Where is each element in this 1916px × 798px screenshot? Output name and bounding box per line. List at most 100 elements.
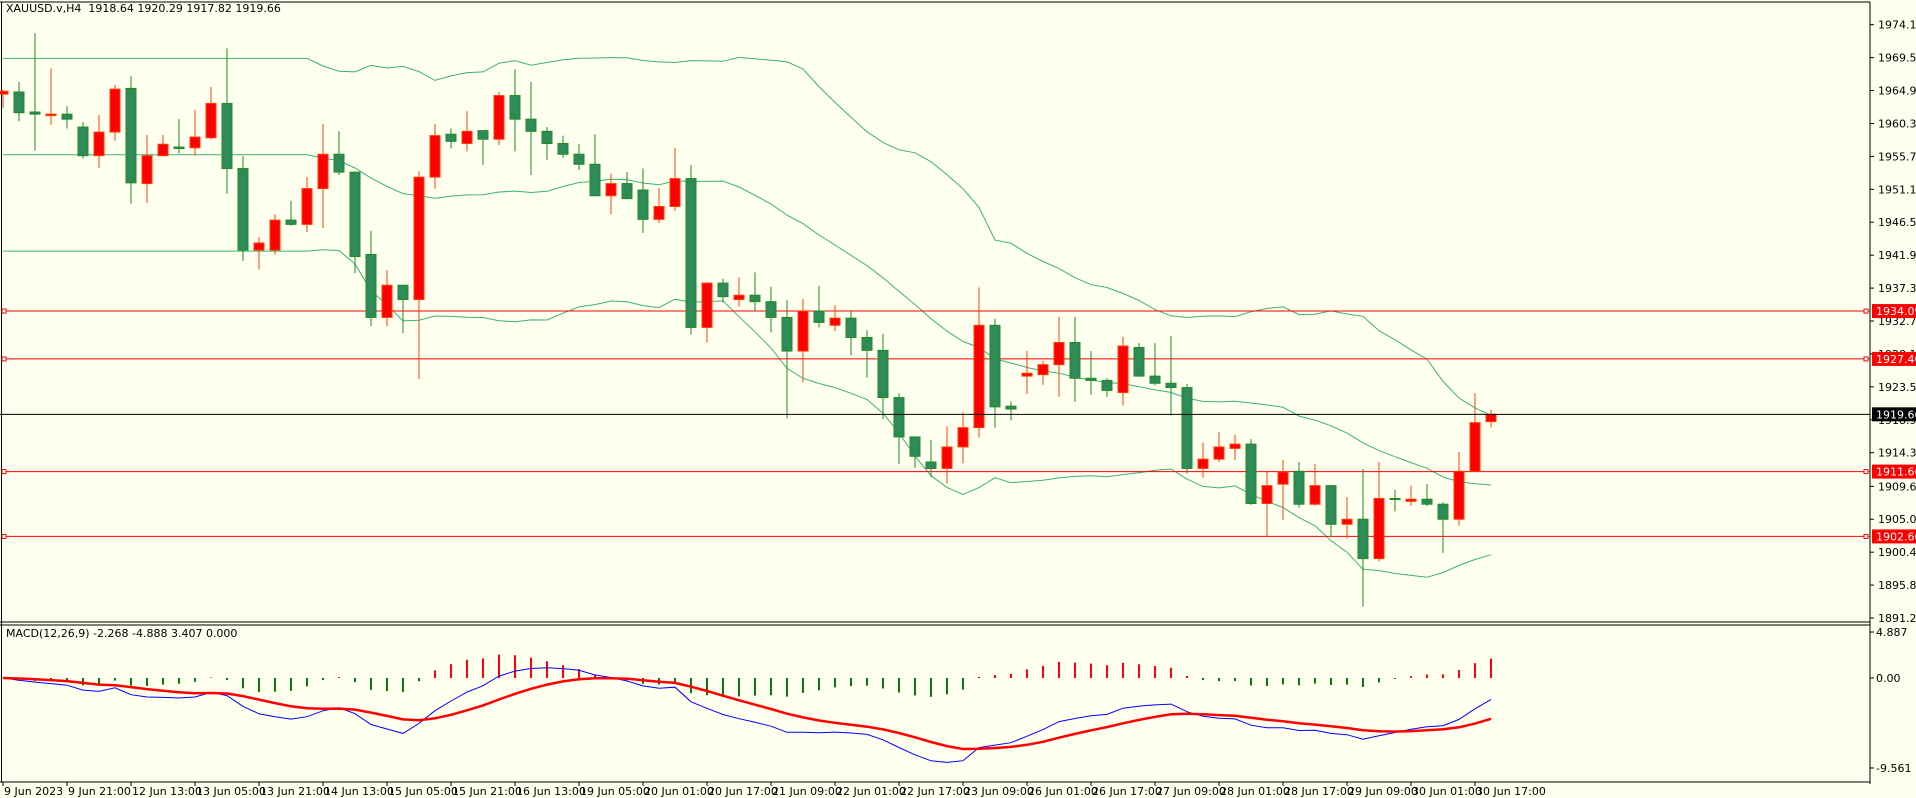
candle-body xyxy=(1373,497,1385,560)
candle-body xyxy=(1197,458,1209,469)
time-tick-label: 15 Jun 21:00 xyxy=(452,785,522,798)
candle xyxy=(1293,461,1305,508)
candle xyxy=(301,177,313,233)
candle-body xyxy=(1293,470,1305,505)
bid-price-label: 1919.66 xyxy=(1876,408,1916,421)
candle-body xyxy=(1309,485,1321,505)
candle xyxy=(669,147,681,211)
candle-body xyxy=(1037,364,1049,376)
candle xyxy=(221,48,233,194)
time-tick-label: 26 Jun 17:00 xyxy=(1092,785,1162,798)
candle-body xyxy=(285,219,297,225)
candle xyxy=(701,282,713,343)
price-tick-label: 1941.90 xyxy=(1878,249,1916,262)
level-anchor-left xyxy=(1,533,7,539)
time-tick-label: 12 Jun 13:00 xyxy=(132,785,202,798)
candle-body xyxy=(1229,443,1241,449)
candle-body xyxy=(1277,471,1289,485)
time-tick-label: 13 Jun 21:00 xyxy=(260,785,330,798)
macd-tick-label: 0.00 xyxy=(1876,672,1901,685)
candle-body xyxy=(477,130,489,140)
candle-body xyxy=(365,253,377,318)
candle xyxy=(173,119,185,154)
candle xyxy=(685,164,697,335)
level-price-label: 1927.40 xyxy=(1876,353,1916,366)
candle-body xyxy=(621,183,633,200)
candle xyxy=(445,128,457,149)
candle xyxy=(813,285,825,328)
candle-body xyxy=(733,294,745,301)
candle-body xyxy=(637,189,649,220)
candle xyxy=(461,111,473,152)
candle-body xyxy=(749,294,761,303)
candle xyxy=(1213,431,1225,462)
candle-body xyxy=(605,183,617,197)
candle-body xyxy=(1389,497,1401,500)
time-tick-label: 22 Jun 01:00 xyxy=(836,785,906,798)
candle-body xyxy=(1405,498,1417,502)
time-tick-label: 15 Jun 05:00 xyxy=(388,785,458,798)
candle xyxy=(397,284,409,334)
candle-body xyxy=(93,131,105,157)
price-tick-label: 1891.20 xyxy=(1878,612,1916,625)
candle xyxy=(1037,361,1049,385)
candle xyxy=(1021,351,1033,395)
price-tick-label: 1914.30 xyxy=(1878,447,1916,460)
candle xyxy=(13,81,25,122)
candle-body xyxy=(877,349,889,399)
candle xyxy=(989,318,1001,428)
time-tick-label: 28 Jun 01:00 xyxy=(1220,785,1290,798)
candle xyxy=(893,393,905,465)
candle xyxy=(765,286,777,333)
candle xyxy=(61,106,73,129)
time-tick-label: 26 Jun 01:00 xyxy=(1028,785,1098,798)
candle-body xyxy=(541,130,553,145)
candle xyxy=(269,214,281,255)
candle xyxy=(1437,502,1449,553)
candle xyxy=(29,33,41,151)
candle xyxy=(829,305,841,332)
price-tick-label: 1960.30 xyxy=(1878,117,1916,130)
candle-body xyxy=(685,178,697,328)
time-tick-label: 9 Jun 21:00 xyxy=(68,785,131,798)
candle xyxy=(1485,409,1497,428)
candle xyxy=(797,298,809,383)
candle-body xyxy=(301,188,313,225)
candle xyxy=(285,200,297,226)
candle xyxy=(1325,485,1337,538)
candle xyxy=(1069,316,1081,402)
candle xyxy=(365,230,377,327)
candle xyxy=(1005,401,1017,421)
candle-body xyxy=(669,178,681,207)
candle xyxy=(877,333,889,420)
candle-body xyxy=(397,284,409,301)
candle-body xyxy=(829,317,841,326)
price-tick-label: 1900.40 xyxy=(1878,546,1916,559)
price-tick-label: 1955.70 xyxy=(1878,150,1916,163)
candle xyxy=(1357,469,1369,607)
candle xyxy=(109,84,121,141)
candle-body xyxy=(765,301,777,318)
candle xyxy=(205,86,217,140)
time-tick-label: 20 Jun 01:00 xyxy=(644,785,714,798)
candle xyxy=(733,277,745,307)
level-anchor-right xyxy=(1863,533,1869,539)
candle xyxy=(1341,497,1353,539)
price-chart[interactable]: 1974.10 1969.50 1964.90 1960.30 1955.70 1951.… xyxy=(0,0,1916,798)
candle-body xyxy=(653,205,665,220)
candle-body xyxy=(1437,503,1449,520)
candle xyxy=(157,134,169,157)
macd-signal-line xyxy=(2,676,1492,751)
candle xyxy=(333,131,345,175)
candle-body xyxy=(29,111,41,115)
time-tick-label: 14 Jun 13:00 xyxy=(324,785,394,798)
candle-body xyxy=(13,91,25,114)
time-tick-label: 27 Jun 09:00 xyxy=(1156,785,1226,798)
candle xyxy=(1229,434,1241,460)
candle xyxy=(1245,439,1257,505)
level-price-label: 1911.66 xyxy=(1876,466,1916,479)
bollinger-lower-band xyxy=(3,249,1492,578)
candle xyxy=(1165,336,1177,416)
candle-body xyxy=(77,126,89,157)
level-anchor-right xyxy=(1863,308,1869,314)
